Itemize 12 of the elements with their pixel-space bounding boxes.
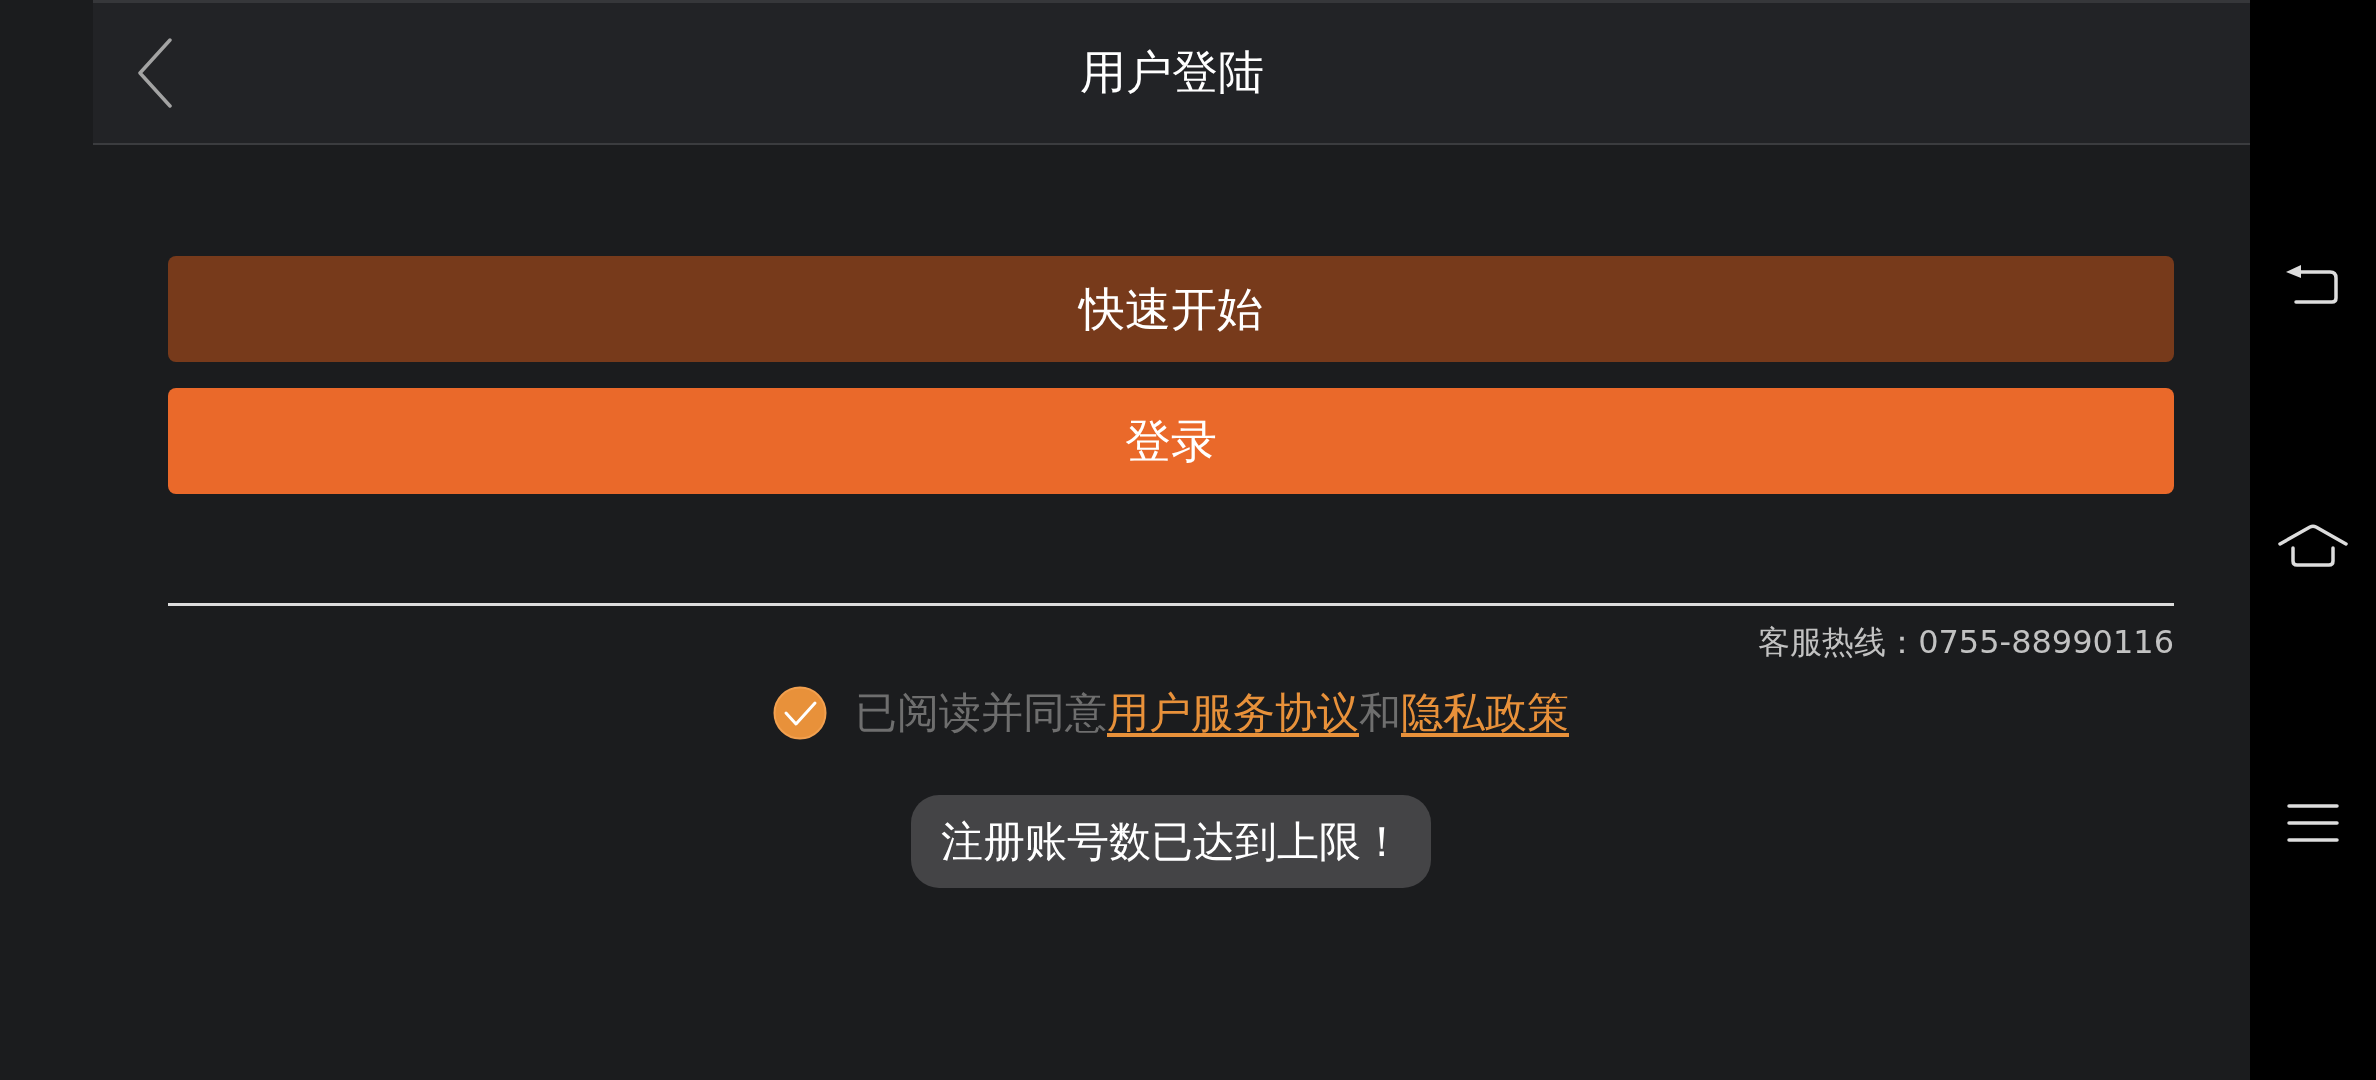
privacy-policy-link[interactable]: 隐私政策	[1401, 688, 1569, 737]
home-icon[interactable]	[2277, 524, 2349, 568]
toast-message: 注册账号数已达到上限！	[911, 795, 1431, 888]
agreement-text: 已阅读并同意用户服务协议和隐私政策	[855, 687, 1569, 739]
return-arrow-icon[interactable]	[2286, 264, 2340, 306]
page-title: 用户登陆	[1079, 45, 1264, 101]
agree-checkbox[interactable]	[773, 686, 827, 740]
quick-start-button[interactable]: 快速开始	[168, 256, 2174, 362]
menu-icon[interactable]	[2287, 803, 2339, 843]
terms-link[interactable]: 用户服务协议	[1107, 688, 1359, 737]
chevron-left-icon[interactable]	[137, 38, 173, 108]
hotline-text: 客服热线：0755-88990116	[1757, 623, 2174, 661]
